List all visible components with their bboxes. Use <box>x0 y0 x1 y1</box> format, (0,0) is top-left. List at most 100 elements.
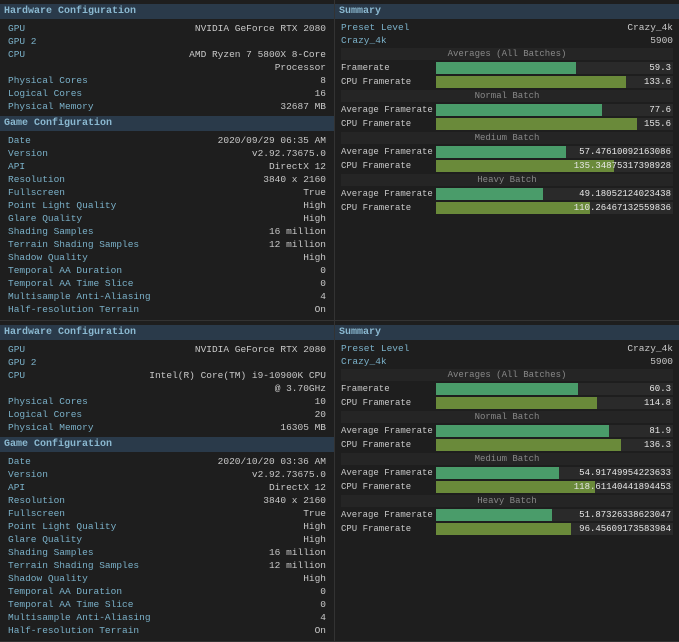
row-label: Shading Samples <box>6 546 153 559</box>
bar-container: 54.91749954223633 <box>436 467 673 479</box>
bar-fill <box>436 397 597 409</box>
table-row: FullscreenTrue <box>6 507 328 520</box>
table-row: Point Light QualityHigh <box>6 520 328 533</box>
table-row: APIDirectX 12 <box>6 160 328 173</box>
preset-score-label: Crazy_4k <box>341 35 387 46</box>
row-label: Multisample Anti-Aliasing <box>6 290 153 303</box>
table-row: Shading Samples16 million <box>6 225 328 238</box>
bar-value: 81.9 <box>649 425 671 437</box>
row-section-top: Hardware ConfigurationGPUNVIDIA GeForce … <box>0 0 679 321</box>
batch-label-0: Averages (All Batches) <box>341 369 673 381</box>
bar-label: Framerate <box>341 63 436 73</box>
bar-container: 49.18052124023438 <box>436 188 673 200</box>
row-value: 12 million <box>153 238 328 251</box>
row-label: GPU 2 <box>6 35 136 48</box>
row-value: 4 <box>153 290 328 303</box>
row-label: CPU <box>6 48 136 74</box>
row-label: Resolution <box>6 494 153 507</box>
bar-container: 96.45609173583984 <box>436 523 673 535</box>
bar-label: CPU Framerate <box>341 161 436 171</box>
bar-container: 81.9 <box>436 425 673 437</box>
preset-score-value: 5900 <box>650 356 673 367</box>
bar-container: 57.47610092163086 <box>436 146 673 158</box>
table-row: Date2020/09/29 06:35 AM <box>6 134 328 147</box>
row-value: On <box>153 624 328 637</box>
bar-value: 54.91749954223633 <box>579 467 671 479</box>
row-value: High <box>153 572 328 585</box>
bar-value: 60.3 <box>649 383 671 395</box>
table-row: Physical Memory32687 MB <box>6 100 328 113</box>
table-row: Temporal AA Duration0 <box>6 585 328 598</box>
bar-container: 136.3 <box>436 439 673 451</box>
table-row: Temporal AA Time Slice0 <box>6 277 328 290</box>
row-value: 4 <box>153 611 328 624</box>
row-value: 20 <box>136 408 328 421</box>
row-label: Temporal AA Duration <box>6 585 153 598</box>
table-row: Date2020/10/20 03:36 AM <box>6 455 328 468</box>
row-label: Fullscreen <box>6 186 153 199</box>
bar-label: Average Framerate <box>341 468 436 478</box>
bar-row-2-0: Average Framerate57.47610092163086 <box>341 146 673 158</box>
bar-row-1-1: CPU Framerate155.6 <box>341 118 673 130</box>
bar-value: 49.18052124023438 <box>579 188 671 200</box>
table-row: Temporal AA Time Slice0 <box>6 598 328 611</box>
bar-fill <box>436 62 576 74</box>
table-row: GPU 2 <box>6 356 328 369</box>
table-row: Logical Cores20 <box>6 408 328 421</box>
preset-score-row: Crazy_4k5900 <box>341 356 673 367</box>
batch-label-3: Heavy Batch <box>341 495 673 507</box>
batch-label-2: Medium Batch <box>341 453 673 465</box>
table-row: Versionv2.92.73675.0 <box>6 147 328 160</box>
batch-label-1: Normal Batch <box>341 411 673 423</box>
table-row: Terrain Shading Samples12 million <box>6 559 328 572</box>
table-row: Resolution3840 x 2160 <box>6 494 328 507</box>
bar-fill <box>436 509 552 521</box>
left-panel-top: Hardware ConfigurationGPUNVIDIA GeForce … <box>0 0 335 320</box>
table-row: APIDirectX 12 <box>6 481 328 494</box>
row-label: Physical Cores <box>6 395 136 408</box>
row-label: Version <box>6 468 153 481</box>
bar-label: Average Framerate <box>341 147 436 157</box>
batch-label-3: Heavy Batch <box>341 174 673 186</box>
preset-level-value: Crazy_4k <box>627 343 673 354</box>
bar-value: 155.6 <box>644 118 671 130</box>
bar-container: 60.3 <box>436 383 673 395</box>
row-label: Point Light Quality <box>6 199 153 212</box>
table-row: GPU 2 <box>6 35 328 48</box>
row-value <box>136 35 328 48</box>
bar-row-1-1: CPU Framerate136.3 <box>341 439 673 451</box>
row-value: 0 <box>153 585 328 598</box>
bar-row-1-0: Average Framerate81.9 <box>341 425 673 437</box>
row-value: True <box>153 507 328 520</box>
table-row: CPUAMD Ryzen 7 5800X 8-Core Processor <box>6 48 328 74</box>
row-label: Temporal AA Time Slice <box>6 598 153 611</box>
bar-row-0-0: Framerate60.3 <box>341 383 673 395</box>
row-value: 0 <box>153 264 328 277</box>
row-value: 0 <box>153 277 328 290</box>
bar-fill <box>436 104 602 116</box>
table-row: CPUIntel(R) Core(TM) i9-10900K CPU @ 3.7… <box>6 369 328 395</box>
table-row: Terrain Shading Samples12 million <box>6 238 328 251</box>
table-row: Shading Samples16 million <box>6 546 328 559</box>
bar-value: 110.26467132559836 <box>574 202 671 214</box>
row-label: GPU <box>6 343 136 356</box>
row-label: Temporal AA Duration <box>6 264 153 277</box>
bar-row-0-1: CPU Framerate133.6 <box>341 76 673 88</box>
hardware-config-header: Hardware Configuration <box>0 325 334 340</box>
bar-label: CPU Framerate <box>341 440 436 450</box>
bar-container: 59.3 <box>436 62 673 74</box>
bar-fill <box>436 202 590 214</box>
bar-container: 155.6 <box>436 118 673 130</box>
bar-label: Average Framerate <box>341 105 436 115</box>
left-panel-bottom: Hardware Configuration GPUNVIDIA GeForce … <box>0 321 335 641</box>
row-label: CPU <box>6 369 136 395</box>
hardware-config-header: Hardware Configuration <box>0 4 334 19</box>
bar-row-3-0: Average Framerate49.18052124023438 <box>341 188 673 200</box>
row-label: Point Light Quality <box>6 520 153 533</box>
row-label: Logical Cores <box>6 87 136 100</box>
bar-value: 133.6 <box>644 76 671 88</box>
summary-header: Summary <box>335 4 679 19</box>
hardware-config-table: GPUNVIDIA GeForce RTX 2080GPU 2CPUIntel(… <box>6 343 328 434</box>
game-config-table: Date2020/09/29 06:35 AMVersionv2.92.7367… <box>6 134 328 316</box>
row-label: Logical Cores <box>6 408 136 421</box>
